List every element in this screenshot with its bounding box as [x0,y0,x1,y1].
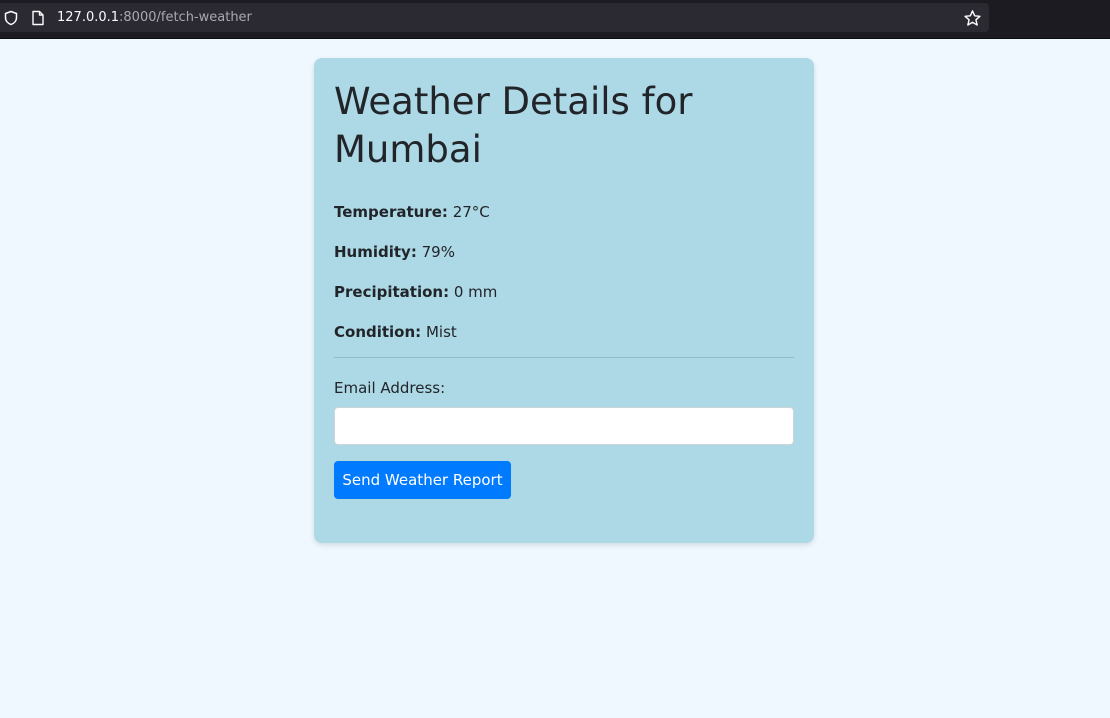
email-field[interactable] [334,407,794,445]
humidity-value: 79% [421,243,455,261]
precipitation-value: 0 mm [453,283,498,301]
page-icon [31,10,45,26]
condition-row: Condition: Mist [334,322,457,342]
url-host: 127.0.0.1 [57,10,120,25]
weather-card: Weather Details for Mumbai Temperature: … [314,58,814,543]
url-text[interactable]: 127.0.0.1:8000/fetch-weather [57,9,252,26]
precipitation-row: Precipitation: 0 mm [334,282,497,302]
url-path: :8000/fetch-weather [119,10,252,25]
browser-toolbar: 127.0.0.1:8000/fetch-weather [0,0,1110,39]
email-label: Email Address: [334,379,446,397]
temperature-row: Temperature: 27°C [334,202,490,222]
page-title: Weather Details for Mumbai [334,80,693,171]
condition-value: Mist [425,323,457,341]
shield-icon[interactable] [3,10,19,26]
temperature-value: 27°C [452,203,490,221]
condition-label: Condition: [334,323,422,341]
divider [334,357,794,358]
temperature-label: Temperature: [334,203,448,221]
precipitation-label: Precipitation: [334,283,450,301]
address-bar[interactable]: 127.0.0.1:8000/fetch-weather [0,3,989,32]
humidity-row: Humidity: 79% [334,242,455,262]
star-icon[interactable] [963,9,982,28]
humidity-label: Humidity: [334,243,417,261]
send-weather-report-button[interactable]: Send Weather Report [334,461,511,499]
